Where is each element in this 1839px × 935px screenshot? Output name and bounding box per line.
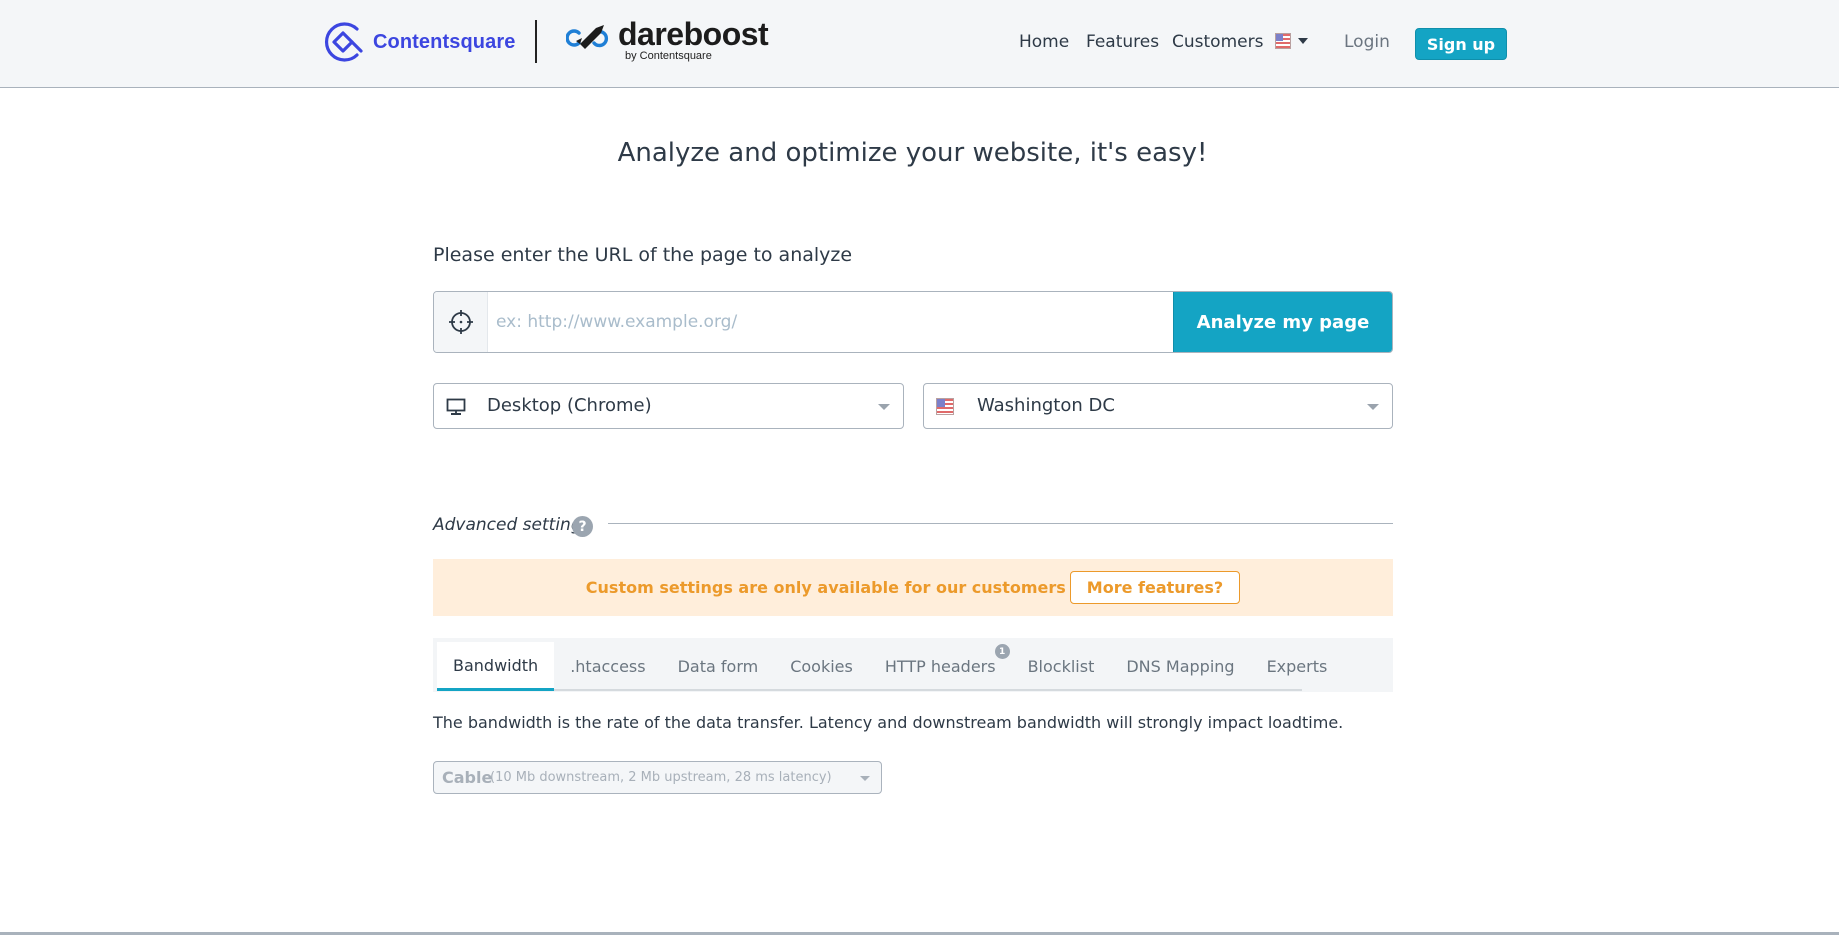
location-select[interactable]: Washington DC (923, 383, 1393, 429)
tab-label: Blocklist (1027, 657, 1095, 676)
tab-experts[interactable]: Experts (1251, 642, 1344, 691)
analyze-button[interactable]: Analyze my page (1173, 292, 1392, 352)
contentsquare-logo-text: Contentsquare (373, 30, 516, 53)
device-select-value: Desktop (Chrome) (487, 395, 652, 416)
nav-features[interactable]: Features (1086, 32, 1159, 52)
tab-label: Experts (1266, 657, 1328, 676)
bandwidth-select-value: Cable (442, 768, 493, 787)
site-header: Contentsquare dareboost by Contentsquare… (0, 0, 1839, 88)
language-selector[interactable] (1275, 33, 1308, 49)
chevron-down-icon (1367, 404, 1379, 410)
notice-text: Custom settings are only available for o… (585, 578, 1066, 597)
crosshair-icon (448, 310, 473, 334)
tab-data-form[interactable]: Data form (662, 642, 775, 691)
tab-label: HTTP headers (884, 657, 996, 676)
contentsquare-logo[interactable]: Contentsquare (321, 19, 515, 65)
dareboost-tagline: by Contentsquare (625, 50, 712, 62)
url-input[interactable] (488, 292, 1173, 352)
location-select-value: Washington DC (977, 395, 1115, 416)
tab-label: Bandwidth (453, 655, 539, 675)
signup-button[interactable]: Sign up (1415, 28, 1507, 60)
more-features-button[interactable]: More features? (1069, 571, 1241, 604)
bandwidth-description: The bandwidth is the rate of the data tr… (433, 713, 1344, 732)
help-icon[interactable]: ? (572, 516, 593, 537)
url-label: Please enter the URL of the page to anal… (433, 244, 853, 266)
settings-tabs: Bandwidth .htaccess Data form Cookies HT… (433, 638, 1393, 692)
nav-customers[interactable]: Customers (1172, 32, 1263, 52)
tab-htaccess[interactable]: .htaccess (554, 642, 661, 691)
tab-label: .htaccess (570, 657, 646, 676)
tab-label: DNS Mapping (1126, 657, 1235, 676)
dareboost-rocket-icon (566, 25, 609, 49)
tab-label: Cookies (790, 657, 853, 676)
contentsquare-logo-icon (324, 22, 363, 62)
login-link[interactable]: Login (1344, 32, 1390, 52)
advanced-settings-label: Advanced settings (433, 515, 591, 535)
dareboost-logo-text: dareboost (618, 16, 769, 52)
tab-bandwidth[interactable]: Bandwidth (437, 642, 555, 691)
chevron-down-icon (860, 776, 870, 781)
advanced-settings-divider (608, 523, 1393, 524)
tab-label: Data form (677, 657, 759, 676)
tab-blocklist[interactable]: Blocklist (1012, 642, 1111, 691)
chevron-down-icon (1298, 38, 1308, 44)
tab-cookies[interactable]: Cookies (774, 642, 869, 691)
dareboost-logo[interactable]: dareboost by Contentsquare (566, 16, 769, 66)
tab-dns-mapping[interactable]: DNS Mapping (1110, 642, 1250, 691)
url-input-group: Analyze my page (433, 291, 1393, 353)
tab-http-headers[interactable]: HTTP headers 1 (869, 642, 1012, 691)
device-select[interactable]: Desktop (Chrome) (433, 383, 904, 429)
us-flag-icon (1275, 33, 1291, 49)
logo-divider (535, 20, 537, 63)
url-addon (434, 292, 488, 352)
customers-only-notice: Custom settings are only available for o… (433, 559, 1393, 616)
chevron-down-icon (878, 404, 890, 410)
bandwidth-select-detail: (10 Mb downstream, 2 Mb upstream, 28 ms … (490, 770, 832, 785)
us-flag-icon (936, 398, 954, 415)
bandwidth-select[interactable]: Cable (10 Mb downstream, 2 Mb upstream, … (433, 761, 882, 794)
count-badge: 1 (994, 644, 1010, 659)
desktop-monitor-icon (446, 398, 466, 415)
nav-home[interactable]: Home (1019, 32, 1069, 52)
page-title: Analyze and optimize your website, it's … (617, 138, 1208, 168)
